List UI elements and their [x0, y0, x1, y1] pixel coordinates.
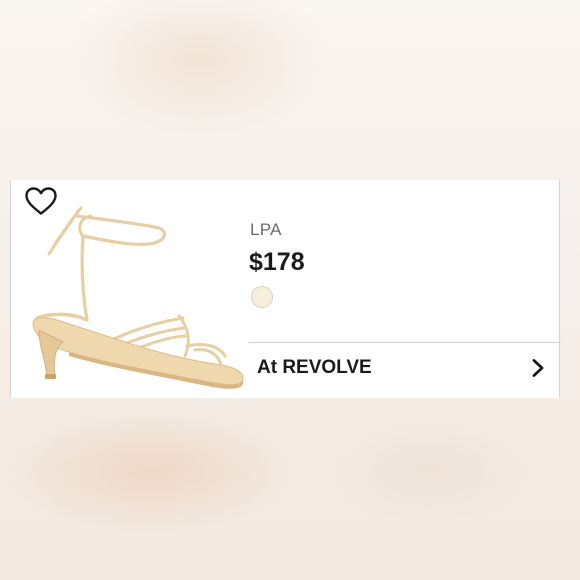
product-image[interactable]	[19, 196, 247, 392]
color-swatch[interactable]	[251, 286, 273, 308]
chevron-right-icon	[532, 359, 544, 377]
product-price: $178	[249, 248, 305, 276]
retailer-label: At REVOLVE	[257, 357, 372, 378]
brand-name: LPA	[250, 220, 282, 239]
retailer-link[interactable]: At REVOLVE	[249, 343, 561, 395]
product-card: LPA $178 At REVOLVE	[10, 180, 561, 398]
